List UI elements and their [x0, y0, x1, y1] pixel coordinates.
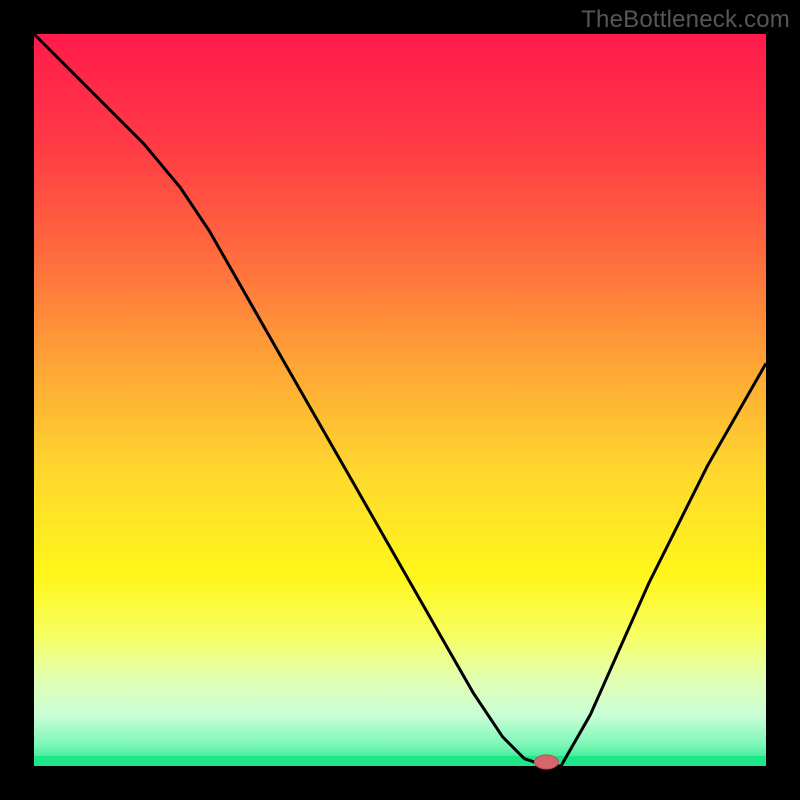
green-baseline-strip: [34, 756, 766, 766]
watermark-text: TheBottleneck.com: [581, 6, 790, 34]
bottleneck-chart-svg: [0, 0, 800, 800]
chart-frame: TheBottleneck.com: [0, 0, 800, 800]
optimal-marker: [534, 755, 558, 769]
